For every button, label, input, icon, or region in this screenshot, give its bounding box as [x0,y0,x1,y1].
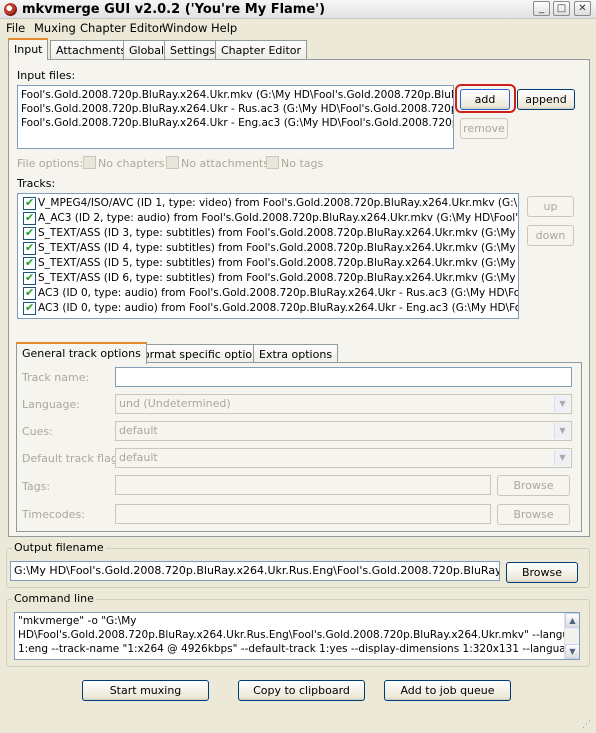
menu-muxing[interactable]: Muxing [34,21,76,35]
no-tags-label: No tags [281,157,324,170]
command-line-title: Command line [12,592,96,605]
default-track-flag-select[interactable]: default ▼ [115,448,572,468]
default-track-flag-label: Default track flag: [22,452,122,465]
up-button[interactable]: up [527,196,574,217]
add-button[interactable]: add [460,89,510,110]
output-filename-input[interactable]: G:\My HD\Fool's.Gold.2008.720p.BluRay.x2… [10,561,500,581]
minimize-icon[interactable]: _ [533,1,550,16]
track-checkbox[interactable] [23,301,36,315]
tab-input[interactable]: Input [8,38,49,60]
menu-bar: File Muxing Chapter Editor Window Help [0,19,596,37]
window-title: mkvmerge GUI v2.0.2 ('You're My Flame') [22,2,326,17]
track-checkbox[interactable] [23,196,36,210]
command-line-scrollbar[interactable]: ▲ ▼ [564,613,579,659]
chevron-down-icon[interactable]: ▼ [554,423,570,439]
no-attachments-label: No attachments [181,157,270,170]
tab-settings[interactable]: Settings [164,40,222,60]
start-muxing-button[interactable]: Start muxing [82,680,209,701]
output-filename-title: Output filename [12,541,106,554]
tags-input[interactable] [115,475,491,495]
menu-chapter-editor[interactable]: Chapter Editor [80,21,164,35]
list-item[interactable]: Fool's.Gold.2008.720p.BluRay.x264.Ukr - … [21,103,453,115]
no-chapters-checkbox[interactable] [83,156,96,169]
track-item[interactable]: A_AC3 (ID 2, type: audio) from Fool's.Go… [38,212,518,224]
no-tags-checkbox[interactable] [266,156,279,169]
tracks-label: Tracks: [17,177,56,190]
track-checkbox[interactable] [23,256,36,270]
add-to-job-queue-button[interactable]: Add to job queue [384,680,511,701]
command-line-row: "mkvmerge" -o "G:\My [18,615,137,627]
cues-value: default [119,424,158,437]
track-checkbox[interactable] [23,286,36,300]
track-item[interactable]: S_TEXT/ASS (ID 6, type: subtitles) from … [38,272,518,284]
list-item[interactable]: Fool's.Gold.2008.720p.BluRay.x264.Ukr.mk… [21,89,453,101]
tags-label: Tags: [22,480,51,493]
track-checkbox[interactable] [23,271,36,285]
title-bar[interactable]: mkvmerge GUI v2.0.2 ('You're My Flame') … [0,0,596,19]
tracks-list[interactable]: V_MPEG4/ISO/AVC (ID 1, type: video) from… [17,193,519,319]
track-item[interactable]: V_MPEG4/ISO/AVC (ID 1, type: video) from… [38,197,518,209]
command-line-row: HD\Fool's.Gold.2008.720p.BluRay.x264.Ukr… [18,629,580,641]
chevron-down-icon[interactable]: ▼ [554,450,570,466]
track-checkbox[interactable] [23,226,36,240]
track-checkbox[interactable] [23,211,36,225]
no-attachments-checkbox[interactable] [166,156,179,169]
scroll-down-icon[interactable]: ▼ [565,644,579,659]
input-files-list[interactable]: Fool's.Gold.2008.720p.BluRay.x264.Ukr.mk… [17,85,454,149]
track-item[interactable]: S_TEXT/ASS (ID 3, type: subtitles) from … [38,227,518,239]
track-item[interactable]: AC3 (ID 0, type: audio) from Fool's.Gold… [38,287,518,299]
cues-label: Cues: [22,425,53,438]
timecodes-browse-button[interactable]: Browse [497,504,570,525]
language-value: und (Undetermined) [119,397,231,410]
track-item[interactable]: S_TEXT/ASS (ID 5, type: subtitles) from … [38,257,518,269]
output-browse-button[interactable]: Browse [506,562,578,583]
track-checkbox[interactable] [23,241,36,255]
maximize-icon[interactable]: □ [553,1,570,16]
track-name-input[interactable] [115,367,572,387]
scroll-up-icon[interactable]: ▲ [565,613,579,628]
no-chapters-label: No chapters [98,157,165,170]
track-name-label: Track name: [22,371,90,384]
tags-browse-button[interactable]: Browse [497,475,570,496]
command-line-row: 1:eng --track-name "1:x264 @ 4926kbps" -… [18,643,579,655]
language-select[interactable]: und (Undetermined) ▼ [115,394,572,414]
menu-window[interactable]: Window [162,21,207,35]
tab-extra-options[interactable]: Extra options [253,344,339,364]
track-item[interactable]: S_TEXT/ASS (ID 4, type: subtitles) from … [38,242,518,254]
close-icon[interactable]: ✕ [574,1,591,16]
input-files-label: Input files: [17,69,76,82]
language-label: Language: [22,398,80,411]
append-button[interactable]: append [517,89,575,110]
file-options-label: File options: [17,157,84,170]
timecodes-label: Timecodes: [22,508,85,521]
command-line-text[interactable]: "mkvmerge" -o "G:\My HD\Fool's.Gold.2008… [14,612,580,660]
app-icon[interactable] [4,3,17,16]
tab-attachments[interactable]: Attachments [50,40,133,60]
remove-button[interactable]: remove [460,118,508,139]
chevron-down-icon[interactable]: ▼ [554,396,570,412]
copy-to-clipboard-button[interactable]: Copy to clipboard [238,680,365,701]
resize-grip-icon[interactable]: ⋰ [582,719,594,731]
menu-help[interactable]: Help [211,21,237,35]
cues-select[interactable]: default ▼ [115,421,572,441]
tab-general-track-options[interactable]: General track options [16,342,147,364]
default-track-flag-value: default [119,451,158,464]
tab-chapter-editor[interactable]: Chapter Editor [215,40,308,60]
down-button[interactable]: down [527,225,574,246]
menu-file[interactable]: File [6,21,25,35]
list-item[interactable]: Fool's.Gold.2008.720p.BluRay.x264.Ukr - … [21,117,453,129]
track-item[interactable]: AC3 (ID 0, type: audio) from Fool's.Gold… [38,302,518,314]
tab-format-specific-options[interactable]: Format specific options [131,344,271,364]
timecodes-input[interactable] [115,504,491,524]
